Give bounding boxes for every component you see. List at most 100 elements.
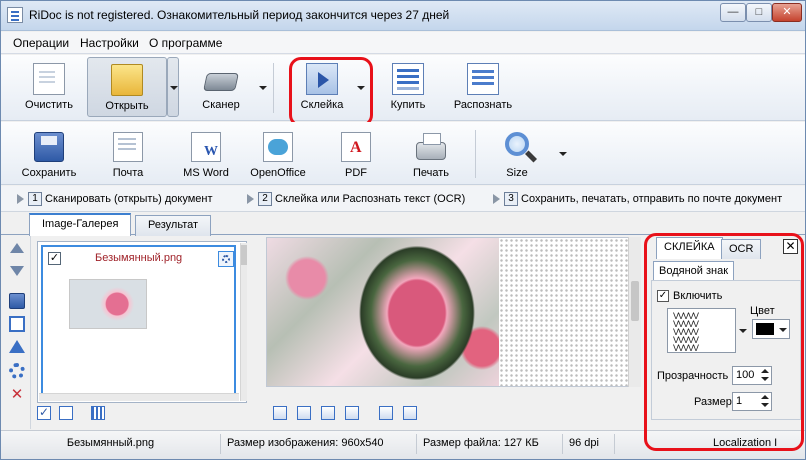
rotate-icon[interactable] xyxy=(9,340,25,353)
panel-highlight-frame xyxy=(644,233,804,451)
mail-icon xyxy=(113,132,143,162)
pdf-button[interactable]: PDF xyxy=(329,124,383,182)
app-window: RiDoc is not registered. Ознакомительный… xyxy=(0,0,806,460)
recognize-icon xyxy=(467,63,499,95)
clear-label: Очистить xyxy=(25,99,73,111)
step-1[interactable]: 1 Сканировать (открыть) документ xyxy=(17,192,213,206)
thumbnail-image xyxy=(69,279,147,329)
open-button[interactable]: Открыть xyxy=(87,57,167,117)
status-file-size: Размер файла: 127 КБ xyxy=(417,434,563,454)
menu-bar: Операции Настройки О программе xyxy=(1,32,805,54)
scanner-label: Сканер xyxy=(202,99,240,111)
close-window-button[interactable]: ✕ xyxy=(772,3,802,22)
maximize-button[interactable]: □ xyxy=(746,3,772,22)
step-number: 3 xyxy=(504,192,518,206)
delete-icon[interactable]: ✕ xyxy=(9,387,25,403)
menu-operations[interactable]: Операции xyxy=(13,36,69,50)
recognize-label: Распознать xyxy=(453,99,513,111)
print-label: Печать xyxy=(412,167,450,179)
save-button[interactable]: Сохранить xyxy=(15,124,83,182)
title-bar: RiDoc is not registered. Ознакомительный… xyxy=(1,1,805,31)
move-up-icon[interactable] xyxy=(10,243,24,253)
select-all-icon[interactable] xyxy=(37,405,51,420)
step-text: Склейка или Распознать текст (OCR) xyxy=(275,193,466,205)
openoffice-button[interactable]: OpenOffice xyxy=(245,124,311,182)
open-dropdown-button[interactable] xyxy=(167,57,179,117)
tab-image-gallery[interactable]: Image-Галерея xyxy=(29,213,132,236)
openoffice-icon xyxy=(263,132,293,162)
item-checkbox[interactable]: ✓ xyxy=(48,252,61,265)
recognize-button[interactable]: Распознать xyxy=(449,57,517,117)
zoom-fit-icon[interactable] xyxy=(379,406,393,420)
scanner-dropdown-icon[interactable] xyxy=(259,86,267,90)
app-icon xyxy=(7,7,23,23)
view-mode-1-icon[interactable] xyxy=(273,406,287,420)
mail-button[interactable]: Почта xyxy=(99,124,157,182)
gallery-sidebar: ✕ xyxy=(1,236,31,429)
document-icon xyxy=(33,63,65,95)
view-mode-3-icon[interactable] xyxy=(321,406,335,420)
word-icon xyxy=(191,132,221,162)
openoffice-label: OpenOffice xyxy=(250,167,306,179)
save-icon[interactable] xyxy=(9,293,25,309)
save-icon xyxy=(34,132,64,162)
deselect-all-icon[interactable] xyxy=(59,406,73,420)
item-filename: Безымянный.png xyxy=(95,252,183,264)
step-2[interactable]: 2 Склейка или Распознать текст (OCR) xyxy=(247,192,465,206)
view-mode-2-icon[interactable] xyxy=(297,406,311,420)
step-text: Сканировать (открыть) документ xyxy=(45,193,213,205)
gallery-horizontal-scrollbar[interactable] xyxy=(39,393,239,401)
item-settings-icon[interactable] xyxy=(218,251,234,267)
step-number: 2 xyxy=(258,192,272,206)
buy-label: Купить xyxy=(390,99,426,111)
mail-label: Почта xyxy=(112,167,144,179)
word-label: MS Word xyxy=(183,167,229,179)
print-button[interactable]: Печать xyxy=(403,124,459,182)
arrow-right-icon xyxy=(247,194,254,204)
view-tabs: Image-Галерея Результат xyxy=(1,213,805,236)
buy-button[interactable]: Купить xyxy=(379,57,437,117)
step-number: 1 xyxy=(28,192,42,206)
zoom-actual-icon[interactable] xyxy=(403,406,417,420)
steps-bar: 1 Сканировать (открыть) документ 2 Склейка… xyxy=(1,186,805,212)
clear-button[interactable]: Очистить xyxy=(15,57,83,117)
pdf-label: PDF xyxy=(345,167,367,179)
highlight-frame xyxy=(289,57,373,127)
folder-open-icon xyxy=(111,64,143,96)
size-button[interactable]: Size xyxy=(493,124,541,182)
clipboard-icon[interactable] xyxy=(9,316,25,332)
open-label: Открыть xyxy=(105,100,149,112)
move-down-icon[interactable] xyxy=(10,266,24,276)
step-text: Сохранить, печатать, отправить по почте … xyxy=(521,193,783,205)
toolbar-separator xyxy=(475,130,476,178)
printer-icon xyxy=(416,133,446,160)
pdf-icon xyxy=(341,132,371,162)
minimize-button[interactable]: — xyxy=(720,3,746,22)
step-3[interactable]: 3 Сохранить, печатать, отправить по почте… xyxy=(493,192,782,206)
scanner-icon xyxy=(203,73,239,91)
grid-view-icon[interactable] xyxy=(91,406,105,420)
gallery-item[interactable]: ✓ Безымянный.png xyxy=(41,245,236,398)
size-label: Size xyxy=(506,167,528,179)
menu-about[interactable]: О программе xyxy=(149,36,222,50)
word-button[interactable]: MS Word xyxy=(175,124,237,182)
watermark-pattern xyxy=(499,238,640,386)
chevron-down-icon xyxy=(170,86,178,90)
scanner-button[interactable]: Сканер xyxy=(189,57,253,117)
menu-settings[interactable]: Настройки xyxy=(80,36,139,50)
arrow-right-icon xyxy=(17,194,24,204)
gallery-vertical-scrollbar[interactable] xyxy=(240,243,247,401)
image-preview xyxy=(266,237,641,387)
magnifier-icon xyxy=(505,132,529,156)
tab-result[interactable]: Результат xyxy=(135,215,212,236)
toolbar-separator xyxy=(273,63,274,113)
export-toolbar: Сохранить Почта MS Word OpenOffice PDF П… xyxy=(1,122,805,185)
save-label: Сохранить xyxy=(21,167,77,179)
view-mode-4-icon[interactable] xyxy=(345,406,359,420)
size-dropdown-icon[interactable] xyxy=(559,152,567,156)
preview-vertical-scrollbar[interactable] xyxy=(628,237,641,387)
status-image-size: Размер изображения: 960x540 xyxy=(221,434,417,454)
image-gallery: ✓ Безымянный.png xyxy=(37,241,247,403)
status-dpi: 96 dpi xyxy=(563,434,615,454)
settings-icon[interactable] xyxy=(9,363,25,379)
